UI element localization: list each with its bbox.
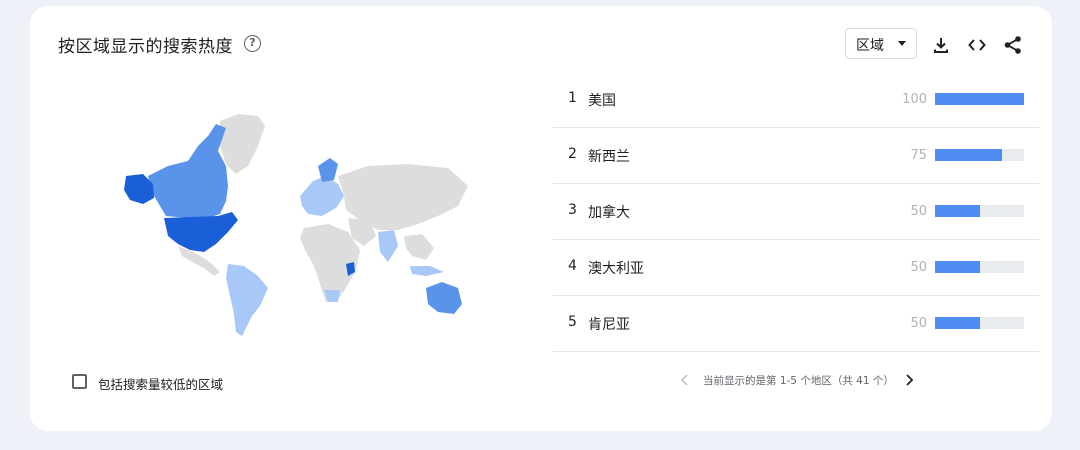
- region-rank: 2: [568, 146, 577, 162]
- low-volume-checkbox[interactable]: [72, 374, 87, 389]
- map-se-asia: [404, 234, 434, 260]
- region-rank: 5: [568, 314, 577, 330]
- region-value: 75: [910, 148, 927, 163]
- chevron-right-icon[interactable]: [901, 372, 917, 388]
- region-bar-fill: [935, 317, 980, 329]
- region-bar-fill: [935, 93, 1024, 105]
- region-rank: 4: [568, 258, 577, 274]
- region-pager: 当前显示的是第 1-5 个地区（共 41 个）: [673, 366, 933, 394]
- caret-down-icon: [898, 41, 906, 46]
- low-volume-checkbox-label: 包括搜索量较低的区域: [98, 377, 224, 392]
- region-rank: 1: [568, 90, 577, 106]
- region-rank: 3: [568, 202, 577, 218]
- region-name: 肯尼亚: [588, 317, 630, 333]
- region-row[interactable]: 3 加拿大 50: [553, 184, 1039, 240]
- region-row[interactable]: 4 澳大利亚 50: [553, 240, 1039, 296]
- region-value: 50: [910, 260, 927, 275]
- share-icon[interactable]: [1002, 34, 1024, 56]
- map-canada: [148, 124, 228, 218]
- region-select[interactable]: 区域: [845, 28, 917, 59]
- region-bar-track: [935, 149, 1024, 161]
- region-select-value: 区域: [856, 38, 884, 54]
- map-australia: [426, 282, 462, 314]
- map-usa: [164, 212, 238, 252]
- map-south-america: [226, 264, 268, 336]
- map-greenland: [220, 114, 265, 174]
- region-row[interactable]: 2 新西兰 75: [553, 128, 1039, 184]
- map-india: [378, 230, 398, 262]
- download-icon[interactable]: [930, 34, 952, 56]
- pager-status: 当前显示的是第 1-5 个地区（共 41 个）: [703, 375, 894, 387]
- world-map[interactable]: [108, 106, 468, 341]
- help-circle-icon[interactable]: ?: [244, 35, 261, 52]
- interest-by-region-card: 按区域显示的搜索热度 ? 区域 1 美国 100 2 新西兰 75 3 加拿大 …: [30, 6, 1052, 431]
- region-row[interactable]: 1 美国 100: [553, 72, 1039, 128]
- region-row[interactable]: 5 肯尼亚 50: [553, 296, 1039, 352]
- chevron-left-icon[interactable]: [677, 372, 693, 388]
- region-list: 1 美国 100 2 新西兰 75 3 加拿大 50 4 澳大利亚 50 5 肯…: [553, 72, 1039, 352]
- region-name: 新西兰: [588, 149, 630, 165]
- map-indonesia: [410, 266, 444, 276]
- embed-code-icon[interactable]: [966, 34, 988, 56]
- region-name: 澳大利亚: [588, 261, 644, 277]
- card-title: 按区域显示的搜索热度: [58, 37, 233, 57]
- region-bar-fill: [935, 261, 980, 273]
- region-bar-track: [935, 205, 1024, 217]
- region-value: 100: [902, 92, 927, 107]
- region-bar-track: [935, 317, 1024, 329]
- region-bar-fill: [935, 149, 1002, 161]
- region-value: 50: [910, 204, 927, 219]
- region-bar-track: [935, 261, 1024, 273]
- region-name: 美国: [588, 93, 616, 109]
- region-name: 加拿大: [588, 205, 630, 221]
- region-value: 50: [910, 316, 927, 331]
- region-bar-fill: [935, 205, 980, 217]
- region-bar-track: [935, 93, 1024, 105]
